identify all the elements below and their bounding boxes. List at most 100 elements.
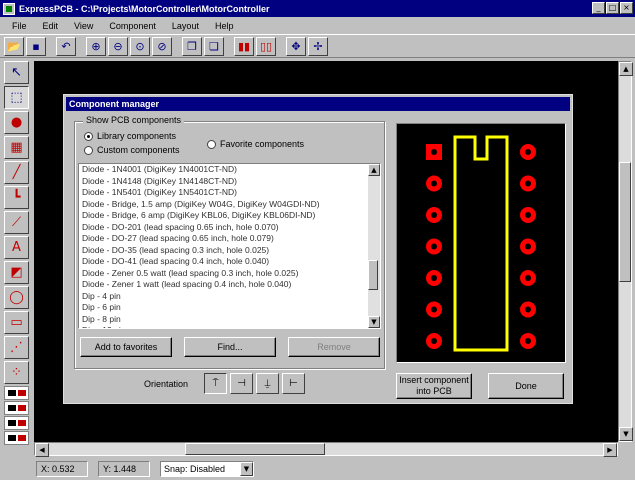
horizontal-scroll-thumb[interactable]	[185, 443, 325, 455]
menu-edit[interactable]: Edit	[35, 21, 67, 31]
palette-button-pad-tool[interactable]: ●	[4, 111, 29, 134]
palette-button-text-tool[interactable]: A	[4, 236, 29, 259]
toolbar-button-move[interactable]: ✥	[286, 36, 306, 56]
orientation-button-down[interactable]: ⍊	[256, 373, 279, 394]
pin-hole	[525, 212, 531, 218]
palette-button-trace-tool[interactable]: ╱	[4, 161, 29, 184]
list-item[interactable]: Diode - DO-27 (lead spacing 0.65 inch, h…	[79, 233, 368, 245]
list-item[interactable]: Diode - Bridge, 6 amp (DigiKey KBL06, Di…	[79, 210, 368, 222]
list-item[interactable]: Diode - DO-201 (lead spacing 0.65 inch, …	[79, 222, 368, 234]
radio-custom-components[interactable]: Custom components	[84, 145, 180, 155]
palette-button-net-tool[interactable]: ⁘	[4, 361, 29, 384]
list-item[interactable]: Diode - 1N4001 (DigiKey 1N4001CT-ND)	[79, 164, 368, 176]
palette-button-trace-end-tool[interactable]: ┗	[4, 186, 29, 209]
toolbar-button-open[interactable]: 📂	[4, 36, 24, 56]
list-item[interactable]: Diode - Bridge, 1.5 amp (DigiKey W04G, D…	[79, 199, 368, 211]
radio-unchecked-icon	[84, 145, 93, 155]
list-item[interactable]: Dip - 6 pin	[79, 302, 368, 314]
palette-button-select-box-tool[interactable]: ⬚	[4, 86, 29, 109]
palette-button-component-tool[interactable]: ▦	[4, 136, 29, 159]
toolbar-button-copy[interactable]: ❐	[182, 36, 202, 56]
list-scroll-thumb[interactable]	[368, 260, 378, 290]
list-scroll-up-icon[interactable]: ▲	[368, 164, 380, 176]
list-item[interactable]: Dip - 8 pin	[79, 314, 368, 326]
toolbar-button-center[interactable]: ✢	[308, 36, 328, 56]
component-list[interactable]: Diode - 1N4001 (DigiKey 1N4001CT-ND) Diod…	[78, 163, 381, 329]
menu-component[interactable]: Component	[101, 21, 164, 31]
list-scroll-down-icon[interactable]: ▼	[368, 316, 380, 328]
vertical-scrollbar[interactable]: ▲ ▼	[618, 61, 633, 442]
open-icon: 📂	[7, 39, 21, 53]
layer-tab-4[interactable]	[4, 431, 29, 445]
snap-dropdown[interactable]: Snap: Disabled ▼	[160, 461, 254, 477]
add-to-favorites-button[interactable]: Add to favorites	[80, 337, 172, 357]
list-item[interactable]: Diode - DO-41 (lead spacing 0.4 inch, ho…	[79, 256, 368, 268]
layer-tab-1[interactable]	[4, 386, 29, 400]
list-item[interactable]: Diode - Zener 0.5 watt (lead spacing 0.3…	[79, 268, 368, 280]
menu-help[interactable]: Help	[207, 21, 242, 31]
palette-button-pointer-tool[interactable]: ↖	[4, 61, 29, 84]
zoom-in-icon: ⊕	[91, 39, 101, 53]
toolbar-button-save[interactable]: ▪	[26, 36, 46, 56]
palette-button-diagonal-tool[interactable]: ⟋	[4, 211, 29, 234]
radio-favorite-components[interactable]: Favorite components	[207, 139, 304, 149]
status-y-coordinate: Y: 1.448	[98, 461, 150, 477]
zoom-previous-icon: ⊘	[157, 39, 167, 53]
scroll-down-icon[interactable]: ▼	[619, 427, 633, 441]
net-tool-icon: ⁘	[11, 365, 22, 380]
chevron-down-icon[interactable]: ▼	[240, 462, 253, 476]
tool-palette: ↖ ⬚ ● ▦ ╱ ┗ ⟋ A ◩ ◯ ▭ ⋰ ⁘	[4, 61, 31, 471]
orientation-button-up[interactable]: ⍑	[204, 373, 227, 394]
horizontal-scrollbar[interactable]: ◀ ▶	[34, 442, 618, 457]
list-item[interactable]: Diode - 1N5401 (DigiKey 1N5401CT-ND)	[79, 187, 368, 199]
orientation-button-right[interactable]: ⊢	[282, 373, 305, 394]
scroll-right-icon[interactable]: ▶	[603, 443, 617, 457]
list-item[interactable]: Diode - Zener 1 watt (lead spacing 0.4 i…	[79, 279, 368, 291]
remove-button[interactable]: Remove	[288, 337, 380, 357]
palette-button-fill-tool[interactable]: ◩	[4, 261, 29, 284]
scroll-left-icon[interactable]: ◀	[35, 443, 49, 457]
component-list-scrollbar[interactable]: ▲ ▼	[368, 164, 380, 328]
pin-hole	[431, 149, 437, 155]
toolbar-button-zoom-previous[interactable]: ⊘	[152, 36, 172, 56]
orient-down-icon: ⍊	[264, 378, 271, 389]
maximize-button[interactable]: □	[606, 2, 619, 14]
undo-icon: ↶	[61, 39, 71, 53]
layer-tab-3[interactable]	[4, 416, 29, 430]
dialog-title: Component manager	[66, 97, 570, 111]
orient-up-icon: ⍑	[212, 378, 219, 389]
layer-tab-2[interactable]	[4, 401, 29, 415]
done-button[interactable]: Done	[488, 373, 564, 399]
radio-custom-label: Custom components	[97, 145, 180, 155]
insert-component-button[interactable]: Insert component into PCB	[396, 373, 472, 399]
menu-view[interactable]: View	[66, 21, 101, 31]
trace-end-tool-icon: ┗	[12, 190, 21, 205]
minimize-button[interactable]: _	[592, 2, 605, 14]
scroll-up-icon[interactable]: ▲	[619, 62, 633, 76]
toolbar-button-zoom-fit[interactable]: ⊙	[130, 36, 150, 56]
orientation-button-left[interactable]: ⊣	[230, 373, 253, 394]
find-button[interactable]: Find...	[184, 337, 276, 357]
menu-layout[interactable]: Layout	[164, 21, 207, 31]
palette-button-rectangle-tool[interactable]: ▭	[4, 311, 29, 334]
orient-left-icon: ⊣	[237, 378, 246, 389]
toolbar-button-rotate[interactable]: ▮▮	[234, 36, 254, 56]
trace-tool-icon: ╱	[12, 165, 21, 180]
menu-file[interactable]: File	[4, 21, 35, 31]
palette-button-circle-tool[interactable]: ◯	[4, 286, 29, 309]
list-item[interactable]: Dip - 12 pin	[79, 325, 368, 328]
palette-button-ratsnest-tool[interactable]: ⋰	[4, 336, 29, 359]
radio-library-components[interactable]: Library components	[84, 131, 176, 141]
toolbar-button-paste[interactable]: ❏	[204, 36, 224, 56]
list-item[interactable]: Diode - DO-35 (lead spacing 0.3 inch, ho…	[79, 245, 368, 257]
toolbar-button-undo[interactable]: ↶	[56, 36, 76, 56]
list-item[interactable]: Dip - 4 pin	[79, 291, 368, 303]
close-button[interactable]: ×	[620, 2, 633, 14]
toolbar-button-zoom-out[interactable]: ⊖	[108, 36, 128, 56]
toolbar-button-flip[interactable]: ▯▯	[256, 36, 276, 56]
toolbar-button-zoom-in[interactable]: ⊕	[86, 36, 106, 56]
list-item[interactable]: Diode - 1N4148 (DigiKey 1N4148CT-ND)	[79, 176, 368, 188]
vertical-scroll-thumb[interactable]	[619, 162, 631, 282]
component-manager-dialog: Component manager Show PCB components Li…	[63, 94, 573, 404]
flip-icon: ▯▯	[259, 39, 273, 53]
